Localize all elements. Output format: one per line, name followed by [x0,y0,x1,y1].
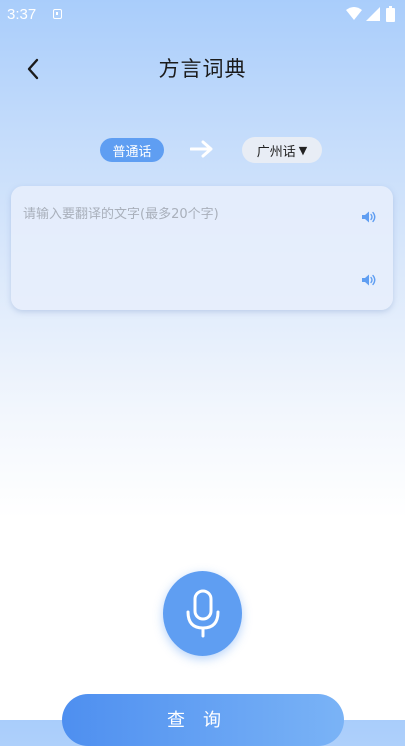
query-button[interactable]: 查询 [62,694,344,746]
speaker-icon[interactable] [361,273,377,287]
status-bar: 3:37 [0,0,405,30]
microphone-button[interactable] [163,571,242,656]
page-title: 方言词典 [158,57,247,81]
translate-input[interactable] [23,207,343,222]
speaker-icon[interactable] [361,210,377,224]
query-button-label: 查询 [167,710,239,731]
signal-icon [366,7,380,21]
notification-icon [53,9,62,19]
arrow-right-icon [190,140,213,158]
microphone-icon [186,589,219,637]
caret-down-icon: ▼ [298,143,308,157]
source-language-label: 普通话 [112,144,152,160]
target-language-label: 广州话 [256,144,296,160]
translation-card [11,186,393,310]
source-language-button[interactable]: 普通话 [100,138,164,162]
target-language-dropdown[interactable]: 广州话 ▼ [242,137,322,163]
wifi-icon [346,7,362,20]
status-time: 3:37 [7,6,37,23]
battery-icon [386,6,395,22]
